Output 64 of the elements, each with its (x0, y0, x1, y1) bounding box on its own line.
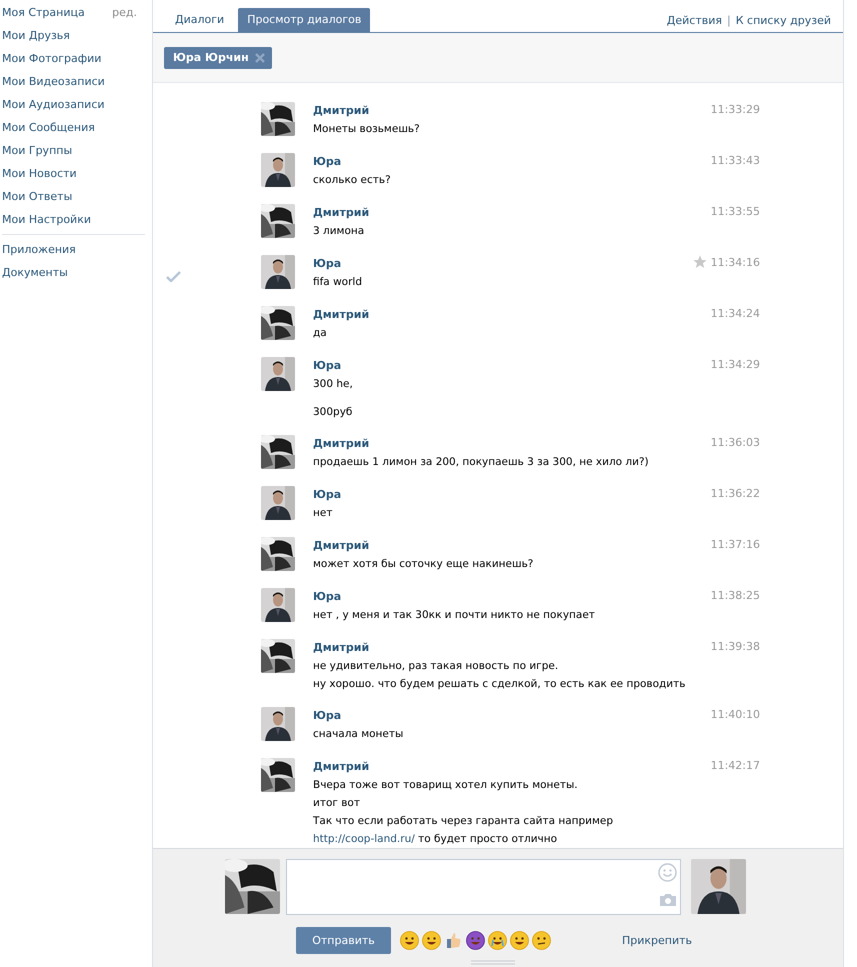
menu-item[interactable]: Мои Друзья (0, 28, 150, 51)
message-text: продаешь 1 лимон за 200, покупаешь 3 за 300, не хило ли?) (313, 455, 650, 470)
action-link[interactable]: К списку друзей (736, 14, 831, 26)
message-text: 300 he, (313, 377, 354, 392)
menu-item[interactable]: Мои Сообщения (0, 120, 150, 143)
message-time: 11:42:17 (710, 758, 760, 774)
message-text: fifa world (313, 275, 363, 290)
menu-item[interactable]: Мои Фотографии (0, 51, 150, 74)
message-text: итог вот (313, 796, 361, 811)
menu-item[interactable]: Мои Видеозаписи (0, 74, 150, 97)
message-text: сначала монеты (313, 727, 404, 742)
message-text: ну хорошо. что будем решать с сделкой, то есть как ее проводить (313, 677, 686, 692)
sender-name[interactable]: Дмитрий (313, 101, 688, 120)
sender-name[interactable]: Дмитрий (313, 638, 688, 657)
message-link[interactable]: http://coop-land.ru/ (313, 833, 415, 845)
message-text: может хотя бы соточку еще накинешь? (313, 557, 534, 572)
send-button[interactable]: Отправить (296, 927, 391, 954)
separator: | (727, 14, 731, 26)
sender-name[interactable]: Юра (313, 254, 688, 273)
sender-name[interactable]: Юра (313, 152, 688, 171)
filter-chip[interactable]: Юра Юрчин (164, 46, 272, 68)
sender-name[interactable]: Юра (313, 587, 688, 606)
attach-link[interactable]: Прикрепить (622, 934, 692, 947)
message-time: 11:34:29 (710, 357, 760, 373)
message-text: Монеты возьмешь? (313, 122, 421, 137)
message-text: 3 лимона (313, 224, 366, 239)
message-text: нет , у меня и так 30кк и почти никто не покупает (313, 608, 596, 623)
message-time: 11:33:55 (710, 204, 760, 220)
sender-name[interactable]: Дмитрий (313, 203, 688, 222)
message-text: не удивительно, раз такая новость по игре. (313, 659, 560, 674)
message-time: 11:33:29 (710, 102, 760, 118)
sender-name[interactable]: Юра (313, 485, 688, 504)
tab[interactable]: Просмотр диалогов (238, 8, 370, 32)
sender-name[interactable]: Юра (313, 356, 688, 375)
menu-item[interactable]: Документы (0, 265, 150, 288)
menu-item[interactable]: Приложения (0, 242, 150, 265)
message-time: 11:36:22 (710, 486, 760, 502)
message-text: Так что если работать через гаранта сайта например http://coop-land.ru/ то будет просто отлично (313, 814, 614, 847)
message-text: 300руб (313, 405, 354, 420)
action-link[interactable]: Действия (666, 14, 722, 26)
message-time: 11:34:24 (710, 306, 760, 322)
sender-name[interactable]: Юра (313, 706, 688, 725)
tab[interactable]: Диалоги (166, 8, 234, 32)
message-text: нет (313, 506, 334, 521)
sender-name[interactable]: Дмитрий (313, 757, 688, 776)
sender-name[interactable]: Дмитрий (313, 305, 688, 324)
message-time: 11:39:38 (710, 639, 760, 655)
menu-item[interactable]: Моя Страница (0, 5, 85, 28)
sender-name[interactable]: Дмитрий (313, 434, 688, 453)
message-time: 11:33:43 (710, 153, 760, 169)
message-time: 11:38:25 (710, 588, 760, 604)
message-text: да (313, 326, 328, 341)
message-text: Вчера тоже вот товарищ хотел купить монеты. (313, 778, 579, 793)
message-time: 11:36:03 (710, 435, 760, 451)
menu-item[interactable]: Мои Аудиозаписи (0, 97, 150, 120)
menu-item[interactable]: Мои Настройки (0, 212, 150, 235)
message-text: сколько есть? (313, 173, 392, 188)
message-time: 11:34:16 (710, 255, 760, 271)
menu-item[interactable]: Мои Новости (0, 166, 150, 189)
menu-item[interactable]: Мои Ответы (0, 189, 150, 212)
sender-name[interactable]: Дмитрий (313, 536, 688, 555)
menu-item[interactable]: Мои Группы (0, 143, 150, 166)
message-time: 11:40:10 (710, 707, 760, 723)
message-time: 11:37:16 (710, 537, 760, 553)
